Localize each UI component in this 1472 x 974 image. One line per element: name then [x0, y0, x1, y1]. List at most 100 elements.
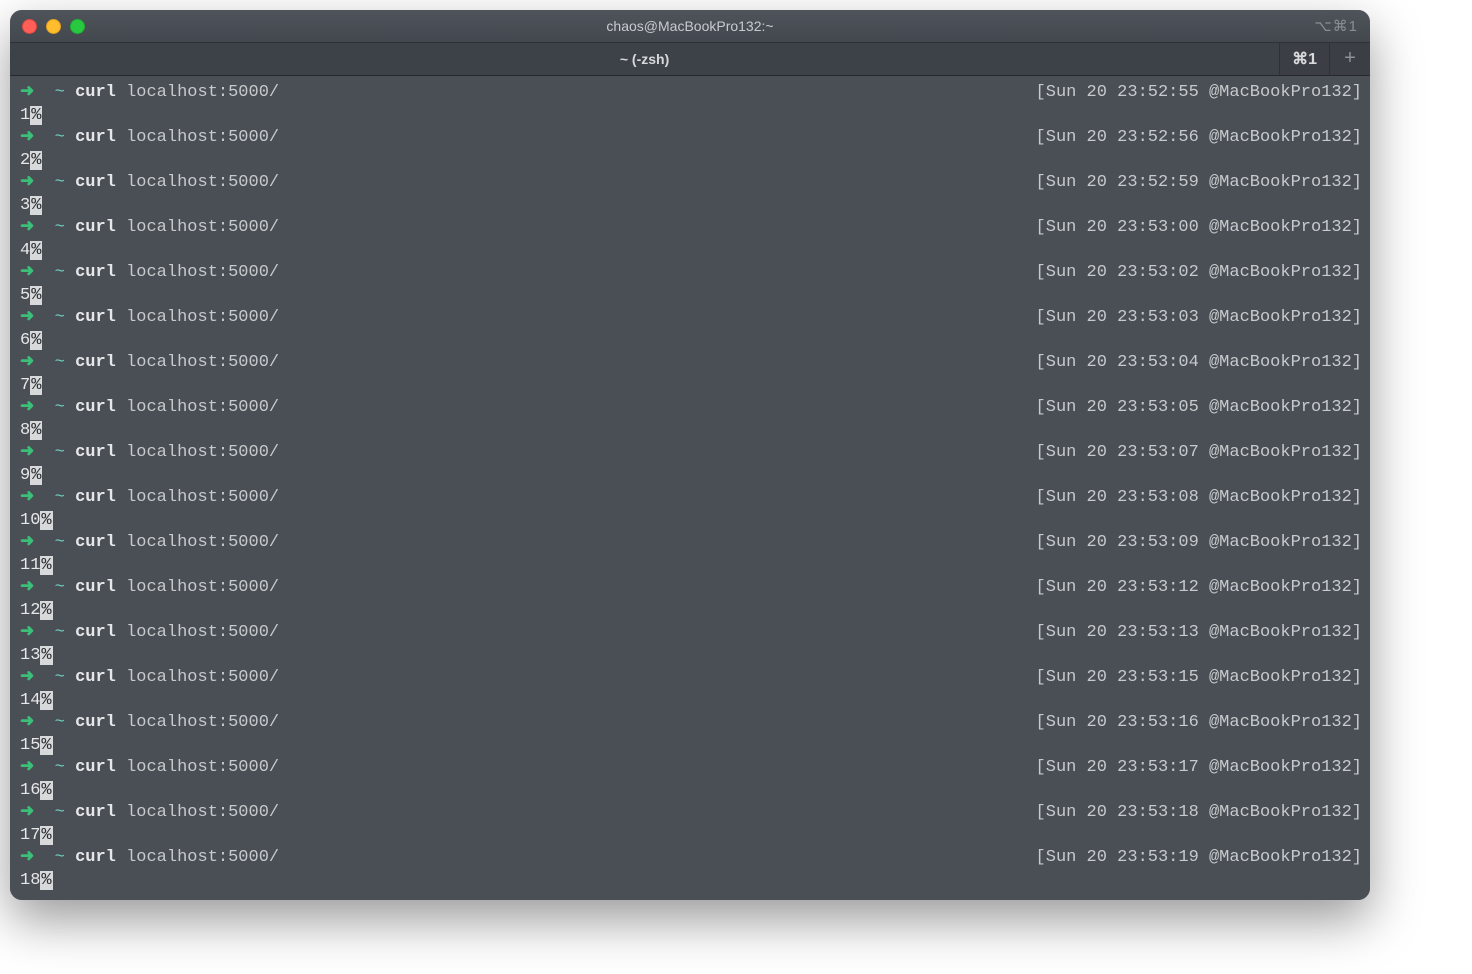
command-output: 16%	[20, 780, 1362, 803]
no-newline-icon: %	[40, 736, 52, 755]
prompt-line: ➜ ~ curl localhost:5000/[Sun 20 23:53:18…	[20, 802, 1362, 825]
command-output: 18%	[20, 870, 1362, 893]
no-newline-icon: %	[40, 601, 52, 620]
output-value: 16	[20, 781, 40, 800]
command-args: localhost:5000/	[116, 533, 279, 552]
command-args: localhost:5000/	[116, 713, 279, 732]
prompt-left: ➜ ~ curl localhost:5000/	[20, 127, 279, 150]
plus-icon: +	[1344, 48, 1356, 71]
minimize-icon[interactable]	[46, 19, 61, 34]
command-output: 15%	[20, 735, 1362, 758]
command-args: localhost:5000/	[116, 83, 279, 102]
prompt-left: ➜ ~ curl localhost:5000/	[20, 442, 279, 465]
no-newline-icon: %	[40, 511, 52, 530]
prompt-left: ➜ ~ curl localhost:5000/	[20, 352, 279, 375]
no-newline-icon: %	[40, 826, 52, 845]
no-newline-icon: %	[30, 286, 42, 305]
command-name: curl	[75, 533, 116, 552]
command-name: curl	[75, 353, 116, 372]
output-value: 9	[20, 466, 30, 485]
no-newline-icon: %	[30, 106, 42, 125]
command-name: curl	[75, 713, 116, 732]
prompt-arrow-icon: ➜	[20, 803, 34, 822]
prompt-arrow-icon: ➜	[20, 353, 34, 372]
prompt-line: ➜ ~ curl localhost:5000/ [Sun 20 23:53:07…	[20, 442, 1362, 465]
prompt-line: ➜ ~ curl localhost:5000/[Sun 20 23:53:19…	[20, 847, 1362, 870]
command-output: 5%	[20, 285, 1362, 308]
prompt-cwd: ~	[55, 83, 65, 102]
prompt-cwd: ~	[55, 803, 65, 822]
command-output: 14%	[20, 690, 1362, 713]
prompt-line: ➜ ~ curl localhost:5000/[Sun 20 23:53:17…	[20, 757, 1362, 780]
prompt-arrow-icon: ➜	[20, 488, 34, 507]
prompt-cwd: ~	[55, 623, 65, 642]
window-controls	[22, 19, 85, 34]
prompt-line: ➜ ~ curl localhost:5000/[Sun 20 23:53:03…	[20, 307, 1362, 330]
prompt-arrow-icon: ➜	[20, 218, 34, 237]
no-newline-icon: %	[40, 556, 52, 575]
prompt-arrow-icon: ➜	[20, 668, 34, 687]
tab-shortcut-label: ⌘1	[1292, 49, 1317, 69]
command-args: localhost:5000/	[116, 668, 279, 687]
prompt-arrow-icon: ➜	[20, 848, 34, 867]
prompt-arrow-icon: ➜	[20, 263, 34, 282]
prompt-left: ➜ ~ curl localhost:5000/	[20, 307, 279, 330]
prompt-left: ➜ ~ curl localhost:5000/	[20, 577, 279, 600]
prompt-line: ➜ ~ curl localhost:5000/[Sun 20 23:53:00…	[20, 217, 1362, 240]
command-args: localhost:5000/	[116, 443, 279, 462]
close-icon[interactable]	[22, 19, 37, 34]
tab-shortcut: ⌘1	[1279, 43, 1329, 75]
no-newline-icon: %	[30, 151, 42, 170]
prompt-cwd: ~	[55, 353, 65, 372]
right-prompt: [Sun 20 23:53:00 @MacBookPro132]	[1036, 217, 1362, 240]
output-value: 17	[20, 826, 40, 845]
prompt-arrow-icon: ➜	[20, 398, 34, 417]
tab-shell[interactable]: ~ (-zsh)	[10, 43, 1279, 75]
command-output: 8%	[20, 420, 1362, 443]
prompt-line: ➜ ~ curl localhost:5000/[Sun 20 23:53:13…	[20, 622, 1362, 645]
prompt-line: ➜ ~ curl localhost:5000/[Sun 20 23:53:09…	[20, 532, 1362, 555]
prompt-cwd: ~	[55, 173, 65, 192]
prompt-cwd: ~	[55, 398, 65, 417]
right-prompt: [Sun 20 23:53:05 @MacBookPro132]	[1036, 397, 1362, 420]
right-prompt: [Sun 20 23:53:16 @MacBookPro132]	[1036, 712, 1362, 735]
no-newline-icon: %	[40, 691, 52, 710]
command-output: 17%	[20, 825, 1362, 848]
zoom-icon[interactable]	[70, 19, 85, 34]
right-prompt: [Sun 20 23:53:02 @MacBookPro132]	[1036, 262, 1362, 285]
prompt-arrow-icon: ➜	[20, 623, 34, 642]
terminal-body[interactable]: ➜ ~ curl localhost:5000/[Sun 20 23:52:55…	[10, 76, 1370, 900]
window-title: chaos@MacBookPro132:~	[10, 18, 1370, 34]
command-args: localhost:5000/	[116, 218, 279, 237]
command-args: localhost:5000/	[116, 263, 279, 282]
prompt-cwd: ~	[55, 488, 65, 507]
output-value: 7	[20, 376, 30, 395]
command-name: curl	[75, 443, 116, 462]
new-tab-button[interactable]: +	[1329, 43, 1370, 75]
prompt-cwd: ~	[55, 848, 65, 867]
prompt-left: ➜ ~ curl localhost:5000/	[20, 847, 279, 870]
right-prompt: [Sun 20 23:53:04 @MacBookPro132]	[1036, 352, 1362, 375]
prompt-line: ➜ ~ curl localhost:5000/[Sun 20 23:53:12…	[20, 577, 1362, 600]
command-args: localhost:5000/	[116, 353, 279, 372]
titlebar: chaos@MacBookPro132:~ ⌥⌘1	[10, 10, 1370, 43]
prompt-line: ➜ ~ curl localhost:5000/[Sun 20 23:53:08…	[20, 487, 1362, 510]
prompt-left: ➜ ~ curl localhost:5000/	[20, 712, 279, 735]
prompt-left: ➜ ~ curl localhost:5000/	[20, 82, 279, 105]
command-output: 9%	[20, 465, 1362, 488]
command-name: curl	[75, 83, 116, 102]
output-value: 3	[20, 196, 30, 215]
prompt-line: ➜ ~ curl localhost:5000/[Sun 20 23:52:59…	[20, 172, 1362, 195]
output-value: 11	[20, 556, 40, 575]
right-prompt: [Sun 20 23:53:15 @MacBookPro132]	[1036, 667, 1362, 690]
command-name: curl	[75, 578, 116, 597]
command-args: localhost:5000/	[116, 578, 279, 597]
no-newline-icon: %	[30, 331, 42, 350]
prompt-arrow-icon: ➜	[20, 578, 34, 597]
no-newline-icon: %	[40, 781, 52, 800]
prompt-arrow-icon: ➜	[20, 173, 34, 192]
prompt-cwd: ~	[55, 578, 65, 597]
prompt-cwd: ~	[55, 533, 65, 552]
right-prompt: [Sun 20 23:53:07 @MacBookPro132]	[1036, 442, 1362, 465]
prompt-left: ➜ ~ curl localhost:5000/	[20, 532, 279, 555]
